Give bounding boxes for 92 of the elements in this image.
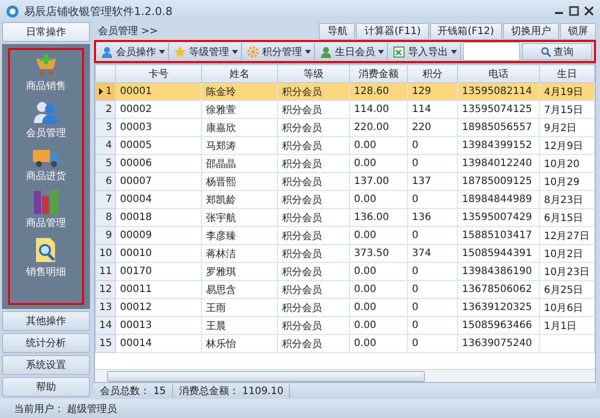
- row-header: 4: [96, 136, 116, 154]
- caret-icon: [232, 50, 238, 54]
- top-button[interactable]: 锁屏: [560, 22, 596, 40]
- table-cell: [540, 334, 594, 352]
- maximize-icon[interactable]: [569, 6, 579, 16]
- row-header: 7: [96, 190, 116, 208]
- table-row[interactable]: 13 00012 王雨 积分会员 0.00 0 13639120325 10月6日: [96, 298, 594, 316]
- table-cell: 0.00: [350, 334, 408, 352]
- table-row[interactable]: 14 00013 王晨 积分会员 0.00 0 15085963466 1月1日: [96, 316, 594, 334]
- summary-text: 消费总金额： 1109.10: [172, 384, 290, 398]
- sidebar-tab[interactable]: 其他操作: [2, 311, 90, 331]
- app-logo-icon: [6, 4, 19, 18]
- sidebar-tab[interactable]: 帮助: [2, 377, 90, 397]
- table-row[interactable]: 12 00011 易思含 积分会员 0.00 0 13678506062 6月25日: [96, 280, 594, 298]
- row-header: 1: [96, 82, 116, 100]
- table-row[interactable]: 11 00170 罗雅琪 积分会员 0.00 0 13984386190 10月23日: [96, 262, 594, 280]
- table-row[interactable]: 9 00009 李彦臻 积分会员 0.00 0 15885103417 12月27日: [96, 226, 594, 244]
- search-icon: [540, 46, 550, 56]
- caret-icon: [305, 50, 311, 54]
- table-cell: 13639075240: [458, 334, 540, 352]
- table-cell: 0: [408, 334, 458, 352]
- column-header[interactable]: 消费金额: [350, 64, 408, 82]
- caret-icon: [159, 50, 165, 54]
- users-icon: [33, 99, 59, 125]
- books-icon: [32, 189, 60, 215]
- row-header: 12: [96, 280, 116, 298]
- row-header: 2: [96, 100, 116, 118]
- toolbar-menu[interactable]: 会员操作: [98, 43, 169, 60]
- star-icon: [174, 46, 186, 58]
- row-header: 13: [96, 298, 116, 316]
- sidebar-tab[interactable]: 系统设置: [2, 355, 90, 375]
- row-header: 8: [96, 208, 116, 226]
- spreadsheet-icon: [393, 46, 405, 58]
- row-header: 3: [96, 118, 116, 136]
- close-icon[interactable]: [584, 6, 594, 16]
- table-cell: 00014: [116, 334, 202, 352]
- table-cell: 林乐怡: [202, 334, 278, 352]
- breadcrumb: 会员管理 >>: [97, 25, 158, 38]
- table-cell: 积分会员: [278, 334, 350, 352]
- sidebar-tab[interactable]: 统计分析: [2, 333, 90, 353]
- row-header: 9: [96, 226, 116, 244]
- sidebar-item[interactable]: 商品销售: [26, 79, 66, 93]
- table-row[interactable]: 7 00004 郑凯龄 积分会员 0.00 0 18984844989 8月23日: [96, 190, 594, 208]
- sidebar-item[interactable]: 销售明细: [26, 265, 66, 279]
- toolbar-menu[interactable]: 导入导出: [390, 43, 461, 60]
- top-button[interactable]: 计算器(F11): [356, 22, 429, 40]
- top-button[interactable]: 开钱箱(F12): [430, 22, 502, 40]
- current-row-icon: [99, 88, 103, 95]
- row-header: 10: [96, 244, 116, 262]
- top-button[interactable]: 导航: [319, 22, 356, 40]
- column-header[interactable]: 姓名: [202, 64, 278, 82]
- user-icon: [320, 46, 332, 58]
- sidebar-tab[interactable]: 日常操作: [2, 22, 90, 42]
- toolbar-menu[interactable]: 等级管理: [171, 43, 242, 60]
- horizontal-scrollbar[interactable]: [95, 369, 595, 382]
- table-row[interactable]: 5 00006 邵晶晶 积分会员 0.00 0 13984012240 10月20: [96, 154, 594, 172]
- toolbar-menu[interactable]: 积分管理: [244, 43, 315, 60]
- sidebar-item[interactable]: 商品进货: [26, 169, 66, 183]
- column-header[interactable]: 生日: [540, 64, 594, 82]
- table-row[interactable]: 6 00007 杨晋熙 积分会员 137.00 137 18785009125 10月29: [96, 172, 594, 190]
- row-header: 14: [96, 316, 116, 334]
- summary-text: 会员总数： 15: [94, 384, 173, 398]
- table-row[interactable]: 4 00005 马郑涛 积分会员 0.00 0 13984399152 12月9日: [96, 136, 594, 154]
- row-header: 15: [96, 334, 116, 352]
- column-header[interactable]: 积分: [408, 64, 458, 82]
- search-field[interactable]: [463, 42, 520, 61]
- caret-icon: [451, 50, 457, 54]
- cart-icon: [33, 52, 59, 78]
- top-button[interactable]: 切换用户: [503, 22, 559, 40]
- toolbar-menu[interactable]: 生日会员: [317, 43, 388, 60]
- table-row[interactable]: 15 00014 林乐怡 积分会员 0.00 0 13639075240: [96, 334, 594, 352]
- scroll-thumb[interactable]: [107, 370, 425, 382]
- status-text: 当前用户： 超级管理员: [14, 402, 118, 416]
- table-row[interactable]: 10 00010 蒋林洁 积分会员 373.50 374 15085944391 10月2日: [96, 244, 594, 262]
- column-header[interactable]: 卡号: [116, 64, 202, 82]
- sidebar-item[interactable]: 商品管理: [26, 216, 66, 230]
- column-header[interactable]: 电话: [458, 64, 540, 82]
- user-icon: [101, 46, 113, 58]
- caret-icon: [378, 50, 384, 54]
- table-row[interactable]: 1 00001 陈金玲 积分会员 128.60 129 13595082114 4月19日: [96, 82, 594, 100]
- sidebar-item[interactable]: 会员管理: [26, 126, 66, 140]
- gear-icon: [247, 46, 259, 58]
- table-row[interactable]: 8 00018 张宇航 积分会员 136.00 136 13595007429 6月15日: [96, 208, 594, 226]
- row-header: 6: [96, 172, 116, 190]
- corner-cell: [96, 64, 116, 82]
- table-row[interactable]: 2 00002 徐雅萱 积分会员 114.00 114 13595074125 7月15日: [96, 100, 594, 118]
- window-title: 易辰店铺收银管理软件1.2.0.8: [24, 4, 174, 18]
- column-header[interactable]: 等级: [278, 64, 350, 82]
- table-row[interactable]: 3 00003 康嘉欣 积分会员 220.00 220 18985056557 9月2日: [96, 118, 594, 136]
- row-header: 5: [96, 154, 116, 172]
- row-header: 11: [96, 262, 116, 280]
- search-button[interactable]: 查询: [522, 43, 592, 60]
